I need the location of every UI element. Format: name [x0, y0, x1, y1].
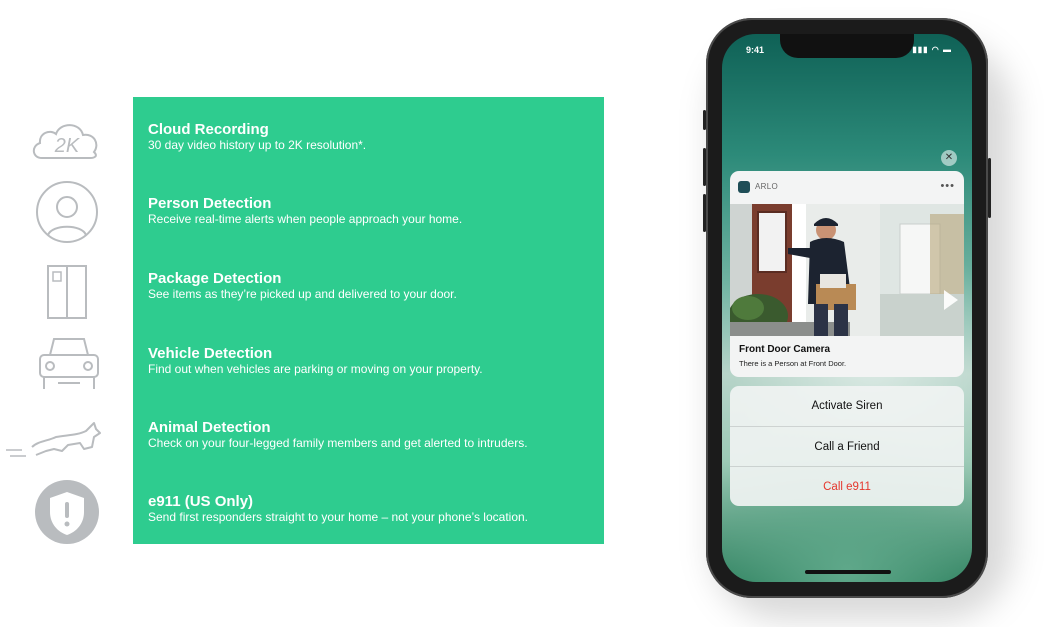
phone-mockup: 9:41 ▮▮▮ ◠ ▬ ✕ ARLO ••• Front Door Camer…: [703, 18, 991, 598]
feature-animal-detection: Animal Detection Check on your four-legg…: [148, 419, 528, 450]
app-name: ARLO: [755, 182, 778, 191]
shield-alert-icon: [28, 480, 106, 544]
feature-description: Find out when vehicles are parking or mo…: [148, 362, 483, 376]
home-indicator: [805, 570, 891, 574]
arlo-app-icon: [738, 181, 750, 193]
feature-title: Package Detection: [148, 270, 282, 287]
activate-siren-button[interactable]: Activate Siren: [730, 386, 964, 426]
notification-body: There is a Person at Front Door.: [739, 359, 847, 368]
feature-description: Send first responders straight to your h…: [148, 510, 528, 524]
volume-button: [703, 110, 706, 130]
power-button: [988, 158, 991, 218]
close-icon[interactable]: ✕: [941, 150, 957, 166]
features-panel: Cloud Recording 30 day video history up …: [133, 97, 604, 544]
camera-snapshot: [730, 204, 964, 336]
feature-cloud-recording: Cloud Recording 30 day video history up …: [148, 121, 366, 152]
call-friend-button[interactable]: Call a Friend: [730, 426, 964, 467]
feature-e911: e911 (US Only) Send first responders str…: [148, 493, 528, 524]
volume-button: [703, 194, 706, 232]
feature-description: 30 day video history up to 2K resolution…: [148, 138, 367, 152]
vehicle-icon: [28, 333, 106, 397]
volume-button: [703, 148, 706, 186]
feature-title: Vehicle Detection: [148, 345, 273, 362]
status-icons: ▮▮▮ ◠ ▬: [912, 45, 952, 54]
feature-description: See items as they’re picked up and deliv…: [148, 287, 457, 301]
feature-title: e911 (US Only): [148, 493, 254, 510]
feature-package-detection: Package Detection See items as they’re p…: [148, 270, 457, 301]
feature-title: Cloud Recording: [148, 121, 269, 138]
feature-person-detection: Person Detection Receive real-time alert…: [148, 195, 462, 226]
notification-header: ARLO •••: [730, 171, 964, 204]
notch: [780, 34, 914, 58]
package-icon: [28, 262, 106, 326]
notification-card[interactable]: ARLO ••• Front Door Camera There is a Pe…: [730, 171, 964, 377]
notification-actions: Activate Siren Call a Friend Call e911: [730, 386, 964, 506]
animal-icon: [6, 405, 106, 469]
feature-description: Receive real-time alerts when people app…: [148, 212, 463, 226]
cloud-2k-icon: 2K: [28, 108, 106, 172]
feature-description: Check on your four-legged family members…: [148, 436, 528, 450]
feature-vehicle-detection: Vehicle Detection Find out when vehicles…: [148, 345, 483, 376]
feature-title: Animal Detection: [148, 419, 271, 436]
call-e911-button[interactable]: Call e911: [730, 466, 964, 506]
cloud-2k-label: 2K: [54, 135, 81, 157]
more-icon[interactable]: •••: [940, 180, 955, 192]
feature-title: Person Detection: [148, 195, 272, 212]
notification-title: Front Door Camera: [739, 344, 831, 355]
phone-screen: 9:41 ▮▮▮ ◠ ▬ ✕ ARLO ••• Front Door Camer…: [722, 34, 972, 582]
status-time: 9:41: [746, 45, 765, 55]
person-icon: [28, 180, 106, 244]
